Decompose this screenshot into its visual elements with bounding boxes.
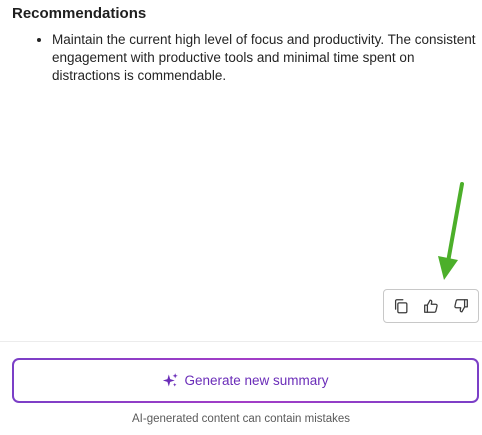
feedback-toolbar xyxy=(383,289,479,323)
thumbs-up-button[interactable] xyxy=(418,293,444,319)
generate-summary-label: Generate new summary xyxy=(184,373,329,388)
ai-disclaimer: AI-generated content can contain mistake… xyxy=(132,413,350,425)
generate-summary-button[interactable]: Generate new summary xyxy=(12,358,479,403)
copy-button[interactable] xyxy=(388,293,414,319)
copy-icon xyxy=(394,299,408,314)
annotation-arrow-icon xyxy=(438,182,464,280)
sparkle-icon xyxy=(163,373,179,387)
thumbs-up-icon xyxy=(424,299,438,313)
thumbs-down-icon xyxy=(454,299,468,313)
list-item: Maintain the current high level of focus… xyxy=(52,31,480,85)
recommendations-heading: Recommendations xyxy=(12,5,147,22)
recommendations-list: Maintain the current high level of focus… xyxy=(34,31,480,85)
thumbs-down-button[interactable] xyxy=(448,293,474,319)
section-divider xyxy=(0,341,482,342)
ai-summary-panel: Recommendations Maintain the current hig… xyxy=(0,0,482,435)
